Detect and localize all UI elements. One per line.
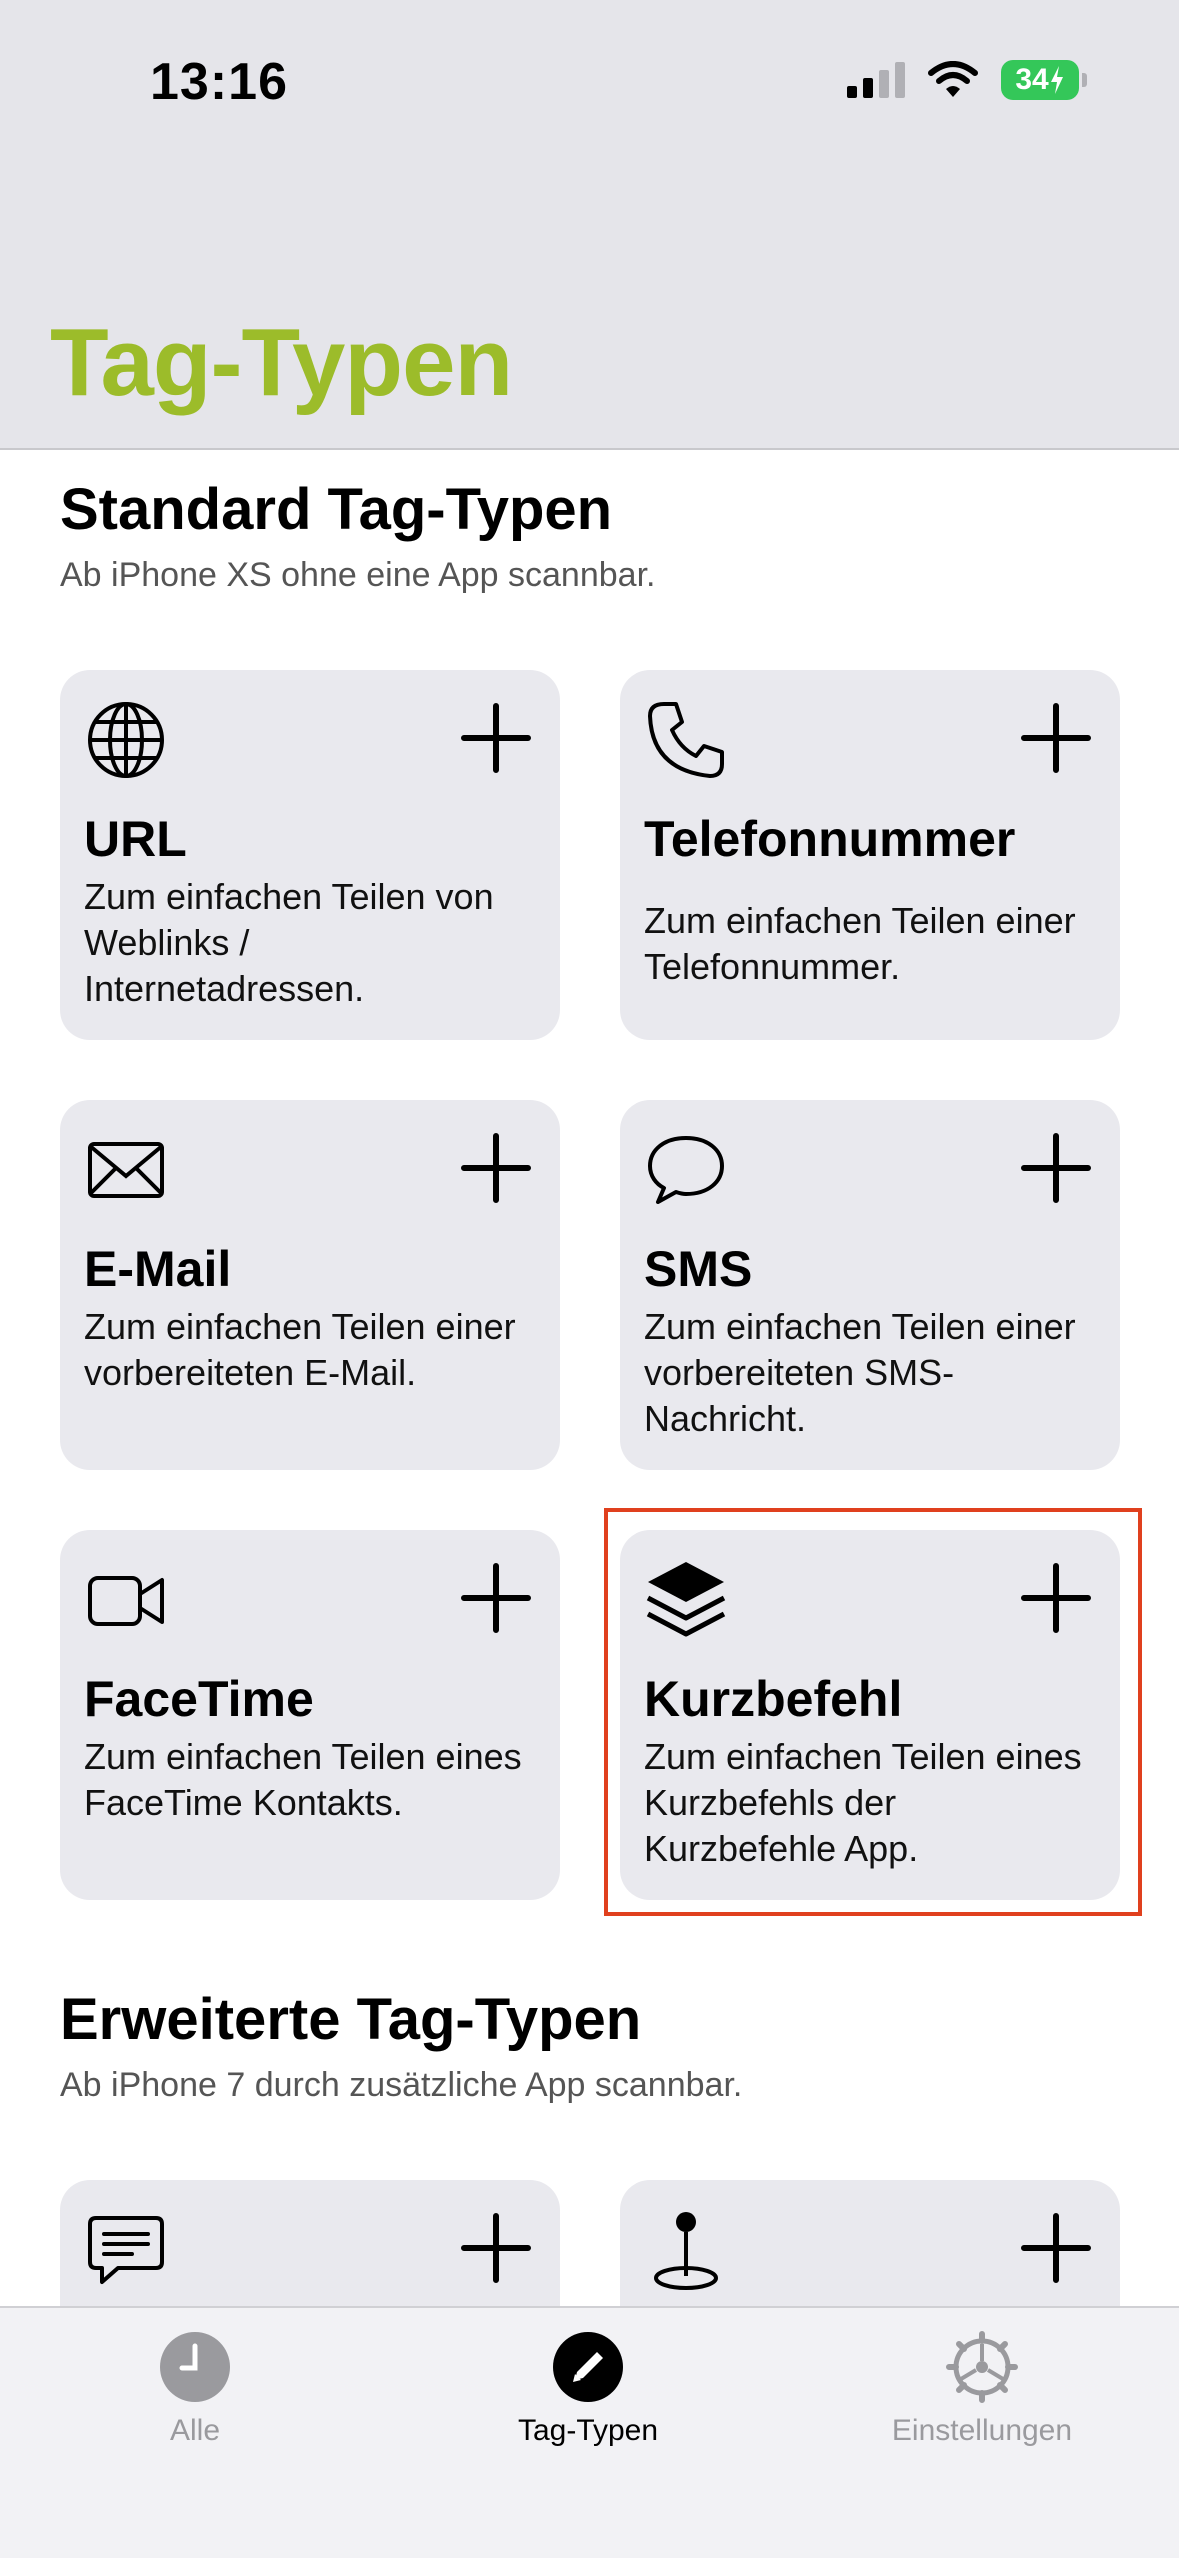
clock-icon: [160, 2332, 230, 2402]
tag-types-list[interactable]: Standard Tag-Typen Ab iPhone XS ohne ein…: [0, 450, 1179, 2306]
card-url[interactable]: URL Zum einfachen Teilen von Weblinks / …: [60, 670, 560, 1040]
tab-einstellungen[interactable]: Einstellungen: [832, 2330, 1132, 2448]
add-extended-location-button[interactable]: [1020, 2212, 1092, 2284]
page-title: Tag-Typen: [50, 309, 513, 416]
tab-label: Alle: [169, 2414, 221, 2447]
envelope-icon: [88, 1142, 164, 1198]
highlight-frame: [604, 1508, 1142, 1916]
pencil-icon: [553, 2332, 623, 2402]
card-title: Telefonnummer: [644, 811, 1016, 867]
card-description: Zum einfachen Teilen einer Telefonnummer…: [644, 900, 1076, 987]
section-subtitle-extended: Ab iPhone 7 durch zusätzliche App scannb…: [60, 2066, 743, 2104]
status-time: 13:16: [150, 53, 288, 111]
section-subtitle-standard: Ab iPhone XS ohne eine App scannbar.: [60, 556, 656, 594]
section-title-extended: Erweiterte Tag-Typen: [60, 1987, 642, 2052]
location-pin-icon: [654, 2212, 718, 2290]
card-title: URL: [84, 811, 187, 867]
add-url-button[interactable]: [460, 702, 532, 774]
card-title: FaceTime: [84, 1671, 314, 1727]
card-description: Zum einfachen Teilen eines FaceTime Kont…: [84, 1736, 522, 1823]
globe-icon: [88, 702, 164, 778]
battery-indicator: 34: [1001, 60, 1087, 100]
card-email[interactable]: E-Mail Zum einfachen Teilen einer vorber…: [60, 1100, 560, 1470]
phone-icon: [648, 702, 724, 778]
card-sms[interactable]: SMS Zum einfachen Teilen einer vorbereit…: [620, 1100, 1120, 1470]
add-sms-button[interactable]: [1020, 1132, 1092, 1204]
add-facetime-button[interactable]: [460, 1562, 532, 1634]
card-telefonnummer[interactable]: Telefonnummer Zum einfachen Teilen einer…: [620, 670, 1120, 1040]
status-icons: 34: [847, 60, 1087, 100]
card-description: Zum einfachen Teilen einer vorbereiteten…: [84, 1306, 516, 1393]
charging-bolt-icon: [1050, 66, 1063, 94]
tab-tag-typen[interactable]: Tag-Typen: [438, 2330, 738, 2448]
add-telefonnummer-button[interactable]: [1020, 702, 1092, 774]
cellular-signal-icon: [847, 62, 905, 98]
tab-alle[interactable]: Alle: [45, 2330, 345, 2448]
message-bubble-icon: [648, 1136, 724, 1204]
card-description: Zum einfachen Teilen einer vorbereiteten…: [644, 1306, 1076, 1439]
card-facetime[interactable]: FaceTime Zum einfachen Teilen eines Face…: [60, 1530, 560, 1900]
section-title-standard: Standard Tag-Typen: [60, 477, 613, 542]
add-email-button[interactable]: [460, 1132, 532, 1204]
tab-label: Einstellungen: [891, 2414, 1073, 2447]
battery-level: 34: [1015, 63, 1049, 96]
navigation-header: 13:16 34 Tag-Typen: [0, 0, 1179, 450]
add-extended-text-button[interactable]: [460, 2212, 532, 2284]
wifi-icon: [928, 61, 978, 97]
card-title: E-Mail: [84, 1241, 232, 1297]
card-extended-text[interactable]: [60, 2180, 560, 2306]
tab-bar: Alle Tag-Typen Einstellungen: [0, 2306, 1179, 2558]
tab-label: Tag-Typen: [517, 2414, 659, 2447]
text-bubble-icon: [88, 2216, 164, 2284]
card-title: SMS: [644, 1241, 753, 1297]
gear-icon: [946, 2331, 1018, 2403]
card-description: Zum einfachen Teilen von Weblinks / Inte…: [84, 876, 494, 1009]
card-extended-location[interactable]: [620, 2180, 1120, 2306]
video-camera-icon: [88, 1576, 164, 1626]
